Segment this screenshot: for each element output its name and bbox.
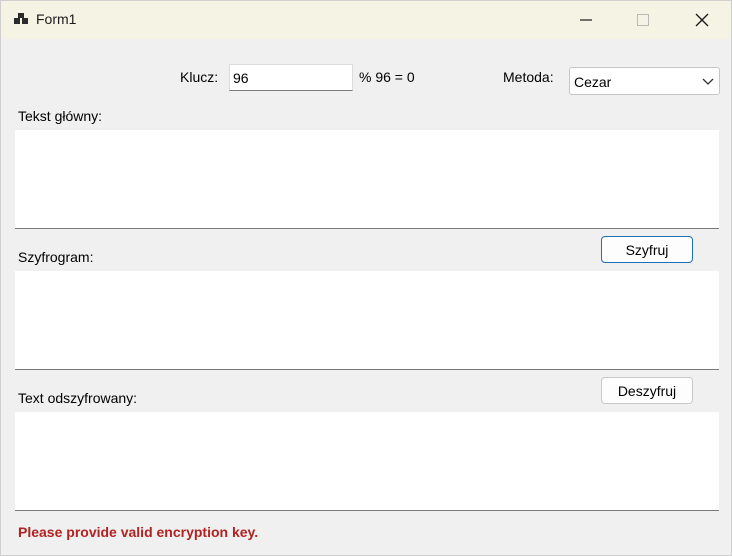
decrypted-text-area[interactable] bbox=[15, 412, 719, 511]
maximize-icon bbox=[637, 14, 649, 26]
method-select[interactable]: Cezar bbox=[569, 67, 720, 95]
method-label: Metoda: bbox=[503, 69, 554, 85]
title-bar: Form1 bbox=[1, 1, 731, 39]
close-button[interactable] bbox=[679, 1, 725, 39]
decrypted-text-label: Text odszyfrowany: bbox=[18, 390, 138, 406]
window-title: Form1 bbox=[36, 11, 77, 27]
plain-text-area[interactable] bbox=[15, 130, 719, 229]
minimize-button[interactable] bbox=[563, 1, 609, 39]
key-modulo-text: % 96 = 0 bbox=[359, 69, 415, 85]
status-message: Please provide valid encryption key. bbox=[18, 524, 259, 540]
key-input[interactable] bbox=[229, 64, 353, 91]
ciphertext-area[interactable] bbox=[15, 271, 719, 370]
maximize-button[interactable] bbox=[620, 1, 666, 39]
minimize-icon bbox=[580, 19, 592, 21]
decrypt-button[interactable]: Deszyfruj bbox=[601, 377, 693, 404]
encrypt-button[interactable]: Szyfruj bbox=[601, 236, 693, 263]
chevron-down-icon bbox=[702, 78, 714, 85]
plain-text-label: Tekst główny: bbox=[18, 108, 103, 124]
main-window: Form1 Klucz: % 96 = 0 Metoda: Cezar Teks… bbox=[0, 0, 732, 556]
app-icon bbox=[13, 11, 29, 27]
method-selected-value: Cezar bbox=[574, 74, 612, 90]
close-icon bbox=[695, 13, 709, 27]
ciphertext-label: Szyfrogram: bbox=[18, 249, 94, 265]
key-label: Klucz: bbox=[180, 69, 219, 85]
